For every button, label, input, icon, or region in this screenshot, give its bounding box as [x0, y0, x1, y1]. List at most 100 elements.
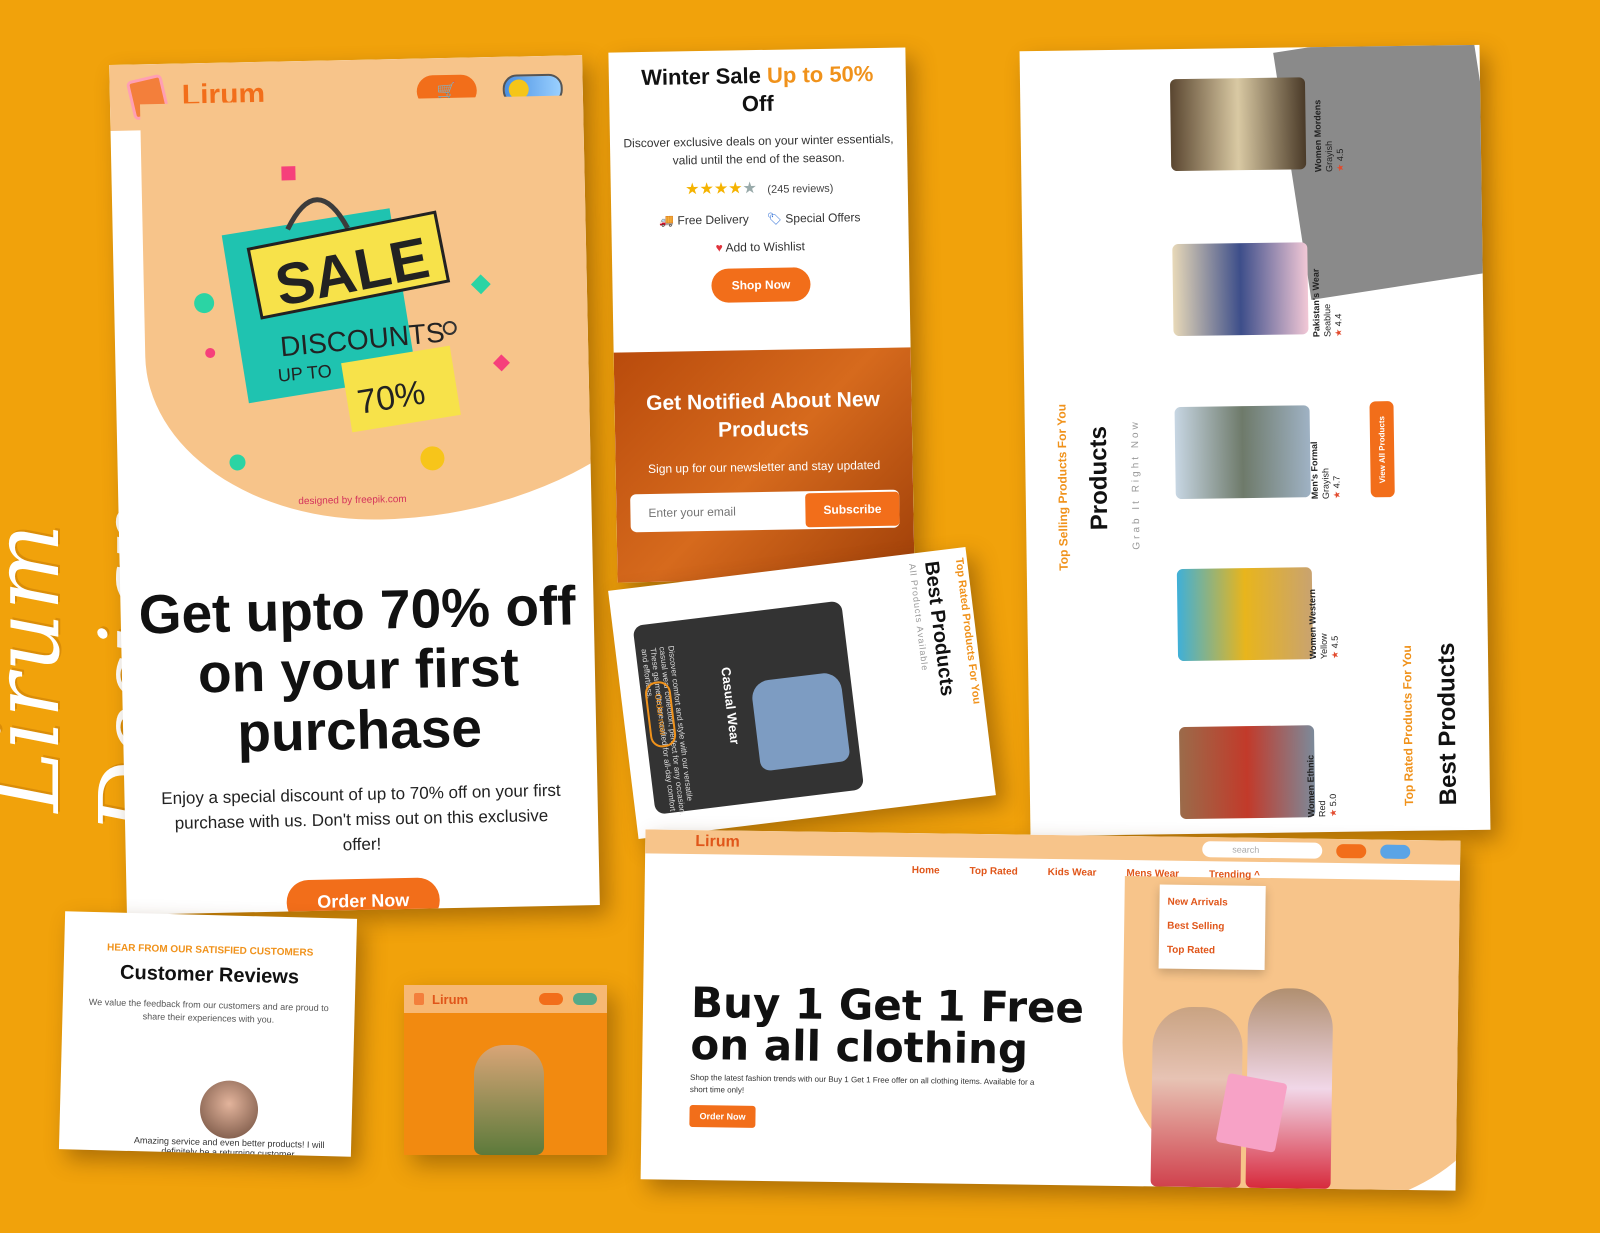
- star-empty-icon: ★: [742, 180, 758, 198]
- cart-button[interactable]: [539, 993, 563, 1005]
- feature-delivery: 🚚 Free Delivery: [659, 212, 749, 228]
- product-color: Grayish: [1320, 467, 1331, 500]
- product-color: Red: [1317, 800, 1328, 818]
- headline-line-2: on all clothing: [690, 1019, 1029, 1074]
- menu-item-top-rated[interactable]: Top Rated: [969, 866, 1017, 878]
- star-icon: ★: [1335, 163, 1346, 172]
- product-name: Women Ethnic: [1305, 754, 1317, 818]
- product-image-2[interactable]: [1172, 242, 1309, 337]
- hero-description: Enjoy a special discount of up to 70% of…: [161, 780, 561, 855]
- winter-title: Winter Sale Up to 50% Off: [619, 60, 897, 121]
- wishlist-label: Add to Wishlist: [725, 239, 806, 255]
- product-image-3[interactable]: [1174, 405, 1311, 500]
- product-meta-1: Women Mordens Grayish ★ 4.5: [1312, 99, 1346, 172]
- subscribe-button[interactable]: Subscribe: [805, 491, 900, 528]
- newsletter-title: Get Notified About New Products: [645, 387, 881, 442]
- product-color: Grayish: [1323, 140, 1335, 173]
- dropdown-item-new-arrivals[interactable]: New Arrivals: [1167, 891, 1257, 916]
- feature-offers: 🏷 Special Offers: [767, 210, 861, 226]
- menu-item-kids-wear[interactable]: Kids Wear: [1048, 867, 1097, 879]
- review-count: (245 reviews): [767, 182, 834, 196]
- product-meta-3: Men's Formal Grayish ★ 4.7: [1309, 441, 1343, 499]
- product-meta-2: Pakistan's Wear Seablue ★ 4.4: [1310, 268, 1345, 338]
- bag-logo-icon: [414, 993, 424, 1005]
- order-now-button[interactable]: Order Now: [286, 877, 440, 915]
- product-name: Pakistan's Wear: [1310, 268, 1322, 338]
- best-overline: Top Rated Products For You: [1399, 645, 1417, 806]
- star-icon: ★: [1328, 808, 1339, 818]
- small-navbar: Lirum: [404, 985, 607, 1013]
- cart-button[interactable]: [1336, 843, 1367, 859]
- best-title: Best Products: [1432, 642, 1463, 806]
- small-hero-panel: Lirum: [404, 985, 607, 1155]
- product-name: Women Mordens: [1312, 99, 1324, 173]
- winter-description: Discover exclusive deals on your winter …: [623, 131, 894, 168]
- trending-dropdown: New Arrivals Best Selling Top Rated: [1158, 884, 1266, 970]
- dropdown-item-top-rated[interactable]: Top Rated: [1167, 939, 1257, 964]
- product-image-1[interactable]: [1169, 77, 1307, 172]
- menu-item-trending[interactable]: Trending ^: [1209, 869, 1260, 881]
- best-products-card-panel: Best Products Top Rated Products For You…: [608, 546, 996, 840]
- star-icon: ★: [1331, 490, 1342, 499]
- sale-illustration: SALE DISCOUNTS UP TO 70%: [194, 166, 510, 471]
- shirt-image: [750, 671, 851, 772]
- feature-delivery-label: Free Delivery: [677, 212, 749, 228]
- reviewer-avatar: [199, 1079, 259, 1140]
- model-image: [474, 1045, 544, 1155]
- reviews-panel: HEAR FROM OUR SATISFIED CUSTOMERS Custom…: [58, 911, 358, 1157]
- reviews-overline: HEAR FROM OUR SATISFIED CUSTOMERS: [106, 942, 314, 959]
- theme-toggle[interactable]: [573, 993, 597, 1005]
- reviews-description: We value the feedback from our customers…: [88, 996, 329, 1025]
- menu-item-home[interactable]: Home: [912, 865, 940, 876]
- truck-icon: 🚚: [659, 213, 675, 228]
- product-meta-5: Women Ethnic Red ★ 5.0: [1305, 754, 1339, 818]
- products-title: Products: [1084, 425, 1114, 531]
- products-hint: Grab It Right Now: [1129, 419, 1143, 550]
- tag-icon: 🏷: [766, 211, 783, 226]
- product-rating: 4.5: [1334, 148, 1346, 162]
- heart-icon: ♥: [715, 240, 723, 255]
- reviews-title: Customer Reviews: [119, 961, 300, 989]
- dropdown-item-best-selling[interactable]: Best Selling: [1167, 915, 1257, 940]
- view-all-products-button[interactable]: View All Products: [1369, 401, 1395, 498]
- shop-now-button[interactable]: Shop Now: [711, 267, 811, 303]
- products-overline: Top Selling Products For You: [1054, 403, 1071, 571]
- hero-content: Get upto 70% off on your first purchase …: [120, 574, 600, 915]
- desktop-headline: Buy 1 Get 1 Free on all clothing: [690, 978, 1084, 1074]
- product-image-5[interactable]: [1178, 725, 1316, 820]
- feature-list: 🚚 Free Delivery 🏷 Special Offers: [621, 210, 898, 229]
- rating-stars: ★★★★★ (245 reviews): [621, 176, 898, 201]
- mobile-hero-panel: Lirum 🛒 SALE DISCOUNTS UP TO 70% designe…: [109, 55, 600, 915]
- product-rating: 4.7: [1331, 475, 1342, 489]
- product-meta-4: Women Western Yellow ★ 4.5: [1307, 588, 1341, 660]
- winter-title-b: Up to 50%: [766, 61, 874, 88]
- newsletter-subtitle: Sign up for our newsletter and stay upda…: [647, 457, 881, 477]
- menu-item-mens-wear[interactable]: Mens Wear: [1126, 868, 1179, 880]
- product-rating: 4.4: [1333, 313, 1344, 327]
- product-name: Women Western: [1307, 588, 1319, 660]
- product-color: Seablue: [1322, 303, 1333, 338]
- brand-logo[interactable]: Lirum: [695, 833, 740, 852]
- image-credit: designed by freepik.com: [298, 493, 407, 508]
- product-rating: 4.5: [1329, 635, 1340, 649]
- models-image: [1111, 976, 1354, 1189]
- product-list-panel: Top Selling Products For You Products Gr…: [1019, 44, 1491, 837]
- theme-toggle[interactable]: [1380, 844, 1411, 860]
- order-now-button[interactable]: Order Now: [689, 1104, 756, 1128]
- star-icons: ★★★★: [685, 180, 743, 199]
- newsletter-form: Subscribe: [630, 489, 900, 533]
- brand-logo[interactable]: Lirum: [432, 992, 468, 1007]
- desktop-description: Shop the latest fashion trends with our …: [689, 1072, 1035, 1095]
- winter-title-a: Winter Sale: [641, 62, 762, 91]
- star-icon: ★: [1333, 328, 1344, 337]
- email-field[interactable]: [646, 502, 806, 522]
- newsletter-section: Get Notified About New Products Sign up …: [613, 347, 915, 583]
- search-input[interactable]: search: [1202, 841, 1323, 859]
- star-icon: ★: [1329, 650, 1341, 659]
- add-to-wishlist[interactable]: ♥ Add to Wishlist: [622, 238, 899, 257]
- product-image-4[interactable]: [1176, 567, 1314, 662]
- review-quote: Amazing service and even better products…: [133, 1135, 325, 1157]
- best-products-overline: Top Rated Products For You: [952, 557, 983, 705]
- winter-sale-panel: Winter Sale Up to 50% Off Discover exclu…: [608, 47, 915, 583]
- winter-title-c: Off: [741, 90, 774, 117]
